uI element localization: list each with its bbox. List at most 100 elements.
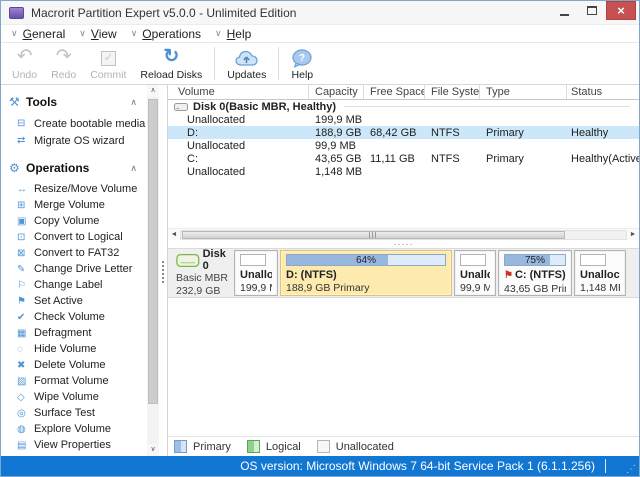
sidebar-item-check-volume[interactable]: ✔ Check Volume xyxy=(9,309,147,325)
close-button[interactable]: × xyxy=(606,1,636,20)
partition-block-unallocated-3[interactable]: Unalloca... 1,148 MB xyxy=(574,250,626,296)
maximize-button[interactable] xyxy=(578,1,606,20)
redo-icon: ↷ xyxy=(55,46,72,67)
scroll-right-icon[interactable]: ► xyxy=(627,231,639,238)
app-icon xyxy=(9,6,24,19)
maximize-icon xyxy=(587,6,597,15)
legend-logical-swatch xyxy=(246,440,260,453)
sidebar-item-delete-volume[interactable]: ✖ Delete Volume xyxy=(9,357,147,373)
sidebar-item-format-volume[interactable]: ▨ Format Volume xyxy=(9,373,147,389)
column-header-type[interactable]: Type xyxy=(480,85,567,99)
resize-grip-icon[interactable]: ⋰ xyxy=(626,464,636,475)
sidebar-item-migrate-os-wizard[interactable]: ⇄ Migrate OS wizard xyxy=(9,132,147,149)
usage-percent-label: 75% xyxy=(524,255,545,266)
sidebar-scrollbar[interactable]: ∧ ∨ xyxy=(147,85,159,456)
sidebar-item-merge-volume[interactable]: ⊞ Merge Volume xyxy=(9,197,147,213)
horizontal-scrollbar[interactable]: ◄ ► xyxy=(168,228,639,240)
scroll-left-icon[interactable]: ◄ xyxy=(168,231,180,238)
usage-bar xyxy=(240,254,266,266)
scroll-down-icon[interactable]: ∨ xyxy=(147,444,159,456)
chevron-down-icon: ∨ xyxy=(11,28,18,38)
sidebar-item-view-properties[interactable]: ▤ View Properties xyxy=(9,437,147,453)
merge-icon: ⊞ xyxy=(17,199,26,211)
undo-icon: ↶ xyxy=(16,46,33,67)
redo-label: Redo xyxy=(51,69,77,81)
partition-info: 43,65 GB Primary xyxy=(504,283,566,295)
menu-operations[interactable]: ∨ Operations xyxy=(131,27,201,41)
horizontal-scrollbar-thumb[interactable] xyxy=(182,230,565,239)
active-flag-icon: ⚑ xyxy=(504,270,513,281)
operations-list: ↔ Resize/Move Volume ⊞ Merge Volume ▣ Copy … xyxy=(9,181,147,453)
menu-help[interactable]: ∨ Help xyxy=(215,27,251,41)
table-row[interactable]: Unallocated 1,148 MB xyxy=(168,165,639,178)
cell-status: Healthy(Active,Sy xyxy=(571,152,639,165)
toolbar-separator xyxy=(278,47,280,80)
window-controls: × xyxy=(550,1,639,24)
undo-label: Undo xyxy=(12,69,38,81)
wipe-icon: ◇ xyxy=(17,391,25,403)
partition-block-c[interactable]: 75% ⚑C: (NTFS) 43,65 GB Primary xyxy=(498,250,572,296)
sidebar-section-operations[interactable]: ⚙ Operations ∧ xyxy=(9,159,147,177)
sidebar-item-label: Delete Volume xyxy=(34,359,106,371)
usage-bar: 64% xyxy=(286,254,446,266)
sidebar-scrollbar-track[interactable] xyxy=(147,97,159,444)
disk-size: 232,9 GB xyxy=(176,285,221,297)
sidebar-item-explore-volume[interactable]: ◍ Explore Volume xyxy=(9,421,147,437)
sidebar-item-hide-volume[interactable]: ◌ Hide Volume xyxy=(9,341,147,357)
sidebar-item-create-bootable-media[interactable]: ⊟ Create bootable media xyxy=(9,115,147,132)
column-header-free-space[interactable]: Free Space xyxy=(364,85,425,99)
sidebar-section-tools[interactable]: ⚒ Tools ∧ xyxy=(9,93,147,111)
flag-icon: ⚑ xyxy=(17,295,26,307)
partition-block-unallocated-1[interactable]: Unalloca... 199,9 MB xyxy=(234,250,278,296)
sidebar-item-surface-test[interactable]: ◎ Surface Test xyxy=(9,405,147,421)
partition-info: 199,9 MB xyxy=(240,282,272,294)
reload-icon: ↻ xyxy=(163,46,180,67)
usage-bar xyxy=(580,254,606,266)
sidebar-item-copy-volume[interactable]: ▣ Copy Volume xyxy=(9,213,147,229)
format-icon: ▨ xyxy=(17,375,27,387)
sidebar-item-defragment[interactable]: ▦ Defragment xyxy=(9,325,147,341)
disk-map: Disk 0 Basic MBR 232,9 GB Unalloca... 19… xyxy=(168,248,639,298)
column-header-status[interactable]: Status xyxy=(567,85,639,99)
table-row[interactable]: C: 43,65 GB 11,11 GB NTFS Primary Health… xyxy=(168,152,639,165)
help-button[interactable]: ? Help xyxy=(284,43,320,84)
reload-disks-button[interactable]: ↻ Reload Disks xyxy=(133,43,209,84)
usage-percent-label: 64% xyxy=(355,255,376,266)
horizontal-scrollbar-track[interactable] xyxy=(180,229,627,240)
collapse-chevron-icon[interactable]: ∧ xyxy=(130,163,137,174)
cell-volume: Unallocated xyxy=(187,113,246,126)
partition-block-d[interactable]: 64% D: (NTFS) 188,9 GB Primary xyxy=(280,250,452,296)
cell-capacity: 188,9 GB xyxy=(315,126,362,139)
menu-general[interactable]: ∨ General xyxy=(11,27,65,41)
usage-bar: 75% xyxy=(504,254,566,266)
collapse-chevron-icon[interactable]: ∧ xyxy=(130,97,137,108)
updates-button[interactable]: Updates xyxy=(220,43,273,84)
table-row-selected[interactable]: D: 188,9 GB 68,42 GB NTFS Primary Health… xyxy=(168,126,639,139)
disk-info-block[interactable]: Disk 0 Basic MBR 232,9 GB xyxy=(174,247,234,299)
sidebar-item-set-active[interactable]: ⚑ Set Active xyxy=(9,293,147,309)
cell-volume: Unallocated xyxy=(187,165,246,178)
sidebar-item-change-label[interactable]: ⚐ Change Label xyxy=(9,277,147,293)
sidebar-item-convert-to-fat32[interactable]: ⊠ Convert to FAT32 xyxy=(9,245,147,261)
menu-view[interactable]: ∨ View xyxy=(79,27,116,41)
legend-unallocated: Unallocated xyxy=(316,440,394,453)
column-header-capacity[interactable]: Capacity xyxy=(309,85,364,99)
table-row[interactable]: Unallocated 99,9 MB xyxy=(168,139,639,152)
column-header-volume[interactable]: Volume xyxy=(168,85,309,99)
column-header-file-system[interactable]: File System xyxy=(425,85,480,99)
sidebar-item-change-drive-letter[interactable]: ✎ Change Drive Letter xyxy=(9,261,147,277)
commit-checkbox-icon: ✓ xyxy=(100,51,116,66)
sidebar-item-wipe-volume[interactable]: ◇ Wipe Volume xyxy=(9,389,147,405)
horizontal-splitter[interactable]: ····· xyxy=(168,240,639,249)
vertical-splitter[interactable] xyxy=(159,85,167,456)
sidebar-item-convert-to-logical[interactable]: ⊡ Convert to Logical xyxy=(9,229,147,245)
partition-label: ⚑ C: (NTFS) xyxy=(504,268,566,283)
minimize-button[interactable] xyxy=(550,1,578,20)
table-row[interactable]: Unallocated 199,9 MB xyxy=(168,113,639,126)
scroll-up-icon[interactable]: ∧ xyxy=(147,85,159,97)
partition-block-unallocated-2[interactable]: Unalloca... 99,9 MB xyxy=(454,250,496,296)
disk-group-row[interactable]: Disk 0(Basic MBR, Healthy) xyxy=(168,100,639,113)
sidebar-scrollbar-thumb[interactable] xyxy=(148,99,158,405)
sidebar-item-resize-move-volume[interactable]: ↔ Resize/Move Volume xyxy=(9,181,147,197)
chevron-down-icon: ∨ xyxy=(79,28,86,38)
